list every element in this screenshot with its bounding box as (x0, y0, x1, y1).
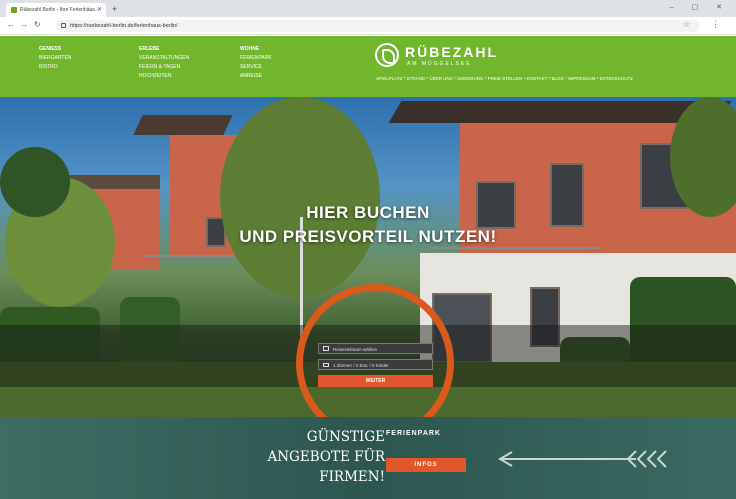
nav-heading[interactable]: GENIESS (39, 45, 71, 54)
logo-emblem-icon (375, 43, 399, 67)
hero-headline-line1: HIER BUCHEN (306, 203, 430, 222)
nav-link[interactable]: ANREISE (240, 72, 272, 81)
nav-link[interactable]: HOCHZEITEN (139, 72, 189, 81)
promo-text: GÜNSTIGE ANGEBOTE FÜR FIRMEN! (225, 427, 386, 487)
nav-column-geniess: GENIESS BIERGARTEN BISTRO (39, 45, 71, 72)
star-icon[interactable]: ☆ (683, 20, 690, 29)
logo-subtitle: AM MÜGGELSEE (407, 61, 472, 67)
reload-icon[interactable]: ↻ (34, 20, 41, 29)
promo-line1: GÜNSTIGE (306, 429, 385, 445)
nav-column-erlebe: ERLEBE VERANSTALTUNGEN FEIERN & TAGEN HO… (139, 45, 189, 81)
promo-banner: GÜNSTIGE ANGEBOTE FÜR FIRMEN! FERIENPARK… (0, 417, 736, 499)
hero-headline: HIER BUCHEN UND PREISVORTEIL NUTZEN! (0, 201, 736, 249)
promo-line2: ANGEBOTE FÜR (267, 449, 386, 465)
browser-toolbar: ← → ↻ https://ruebezahl-berlin.de/ferien… (0, 17, 736, 35)
site-header: GENIESS BIERGARTEN BISTRO ERLEBE VERANST… (0, 36, 736, 97)
infos-button[interactable]: INFOS (386, 458, 466, 472)
nav-column-wohne: WOHNE FERIENPARK SERVICE ANREISE (240, 45, 272, 81)
browser-tab-bar: Rübezahl Berlin - Ihre Ferienhäus... ✕ +… (0, 0, 736, 17)
back-icon[interactable]: ← (7, 20, 15, 29)
hero-headline-line2: UND PREISVORTEIL NUTZEN! (239, 227, 497, 246)
arrow-icon (498, 450, 667, 468)
nav-link[interactable]: SERVICE (240, 63, 272, 72)
url-text: https://ruebezahl-berlin.de/ferienhaus-b… (70, 23, 178, 29)
close-tab-icon[interactable]: ✕ (97, 6, 102, 13)
nav-link[interactable]: BISTRO (39, 63, 71, 72)
browser-tab[interactable]: Rübezahl Berlin - Ihre Ferienhäus... ✕ (6, 3, 106, 17)
nav-link[interactable]: VERANSTALTUNGEN (139, 54, 189, 63)
favicon-icon (11, 7, 17, 13)
menu-icon[interactable]: ⋮ (711, 19, 720, 30)
ferienpark-label: FERIENPARK (386, 430, 441, 437)
nav-heading[interactable]: WOHNE (240, 45, 272, 54)
forward-icon[interactable]: → (20, 20, 28, 29)
roof (133, 115, 233, 135)
nav-link[interactable]: FERIENPARK (240, 54, 272, 63)
nav-link[interactable]: BIERGARTEN (39, 54, 71, 63)
address-bar[interactable]: https://ruebezahl-berlin.de/ferienhaus-b… (56, 20, 700, 32)
nav-heading[interactable]: ERLEBE (139, 45, 189, 54)
window-controls[interactable]: – ▢ ✕ (670, 3, 730, 11)
nav-link[interactable]: FEIERN & TAGEN (139, 63, 189, 72)
logo-name: RÜBEZAHL (405, 44, 498, 60)
site-logo[interactable]: RÜBEZAHL AM MÜGGELSEE (375, 43, 535, 71)
new-tab-icon[interactable]: + (112, 4, 117, 14)
secondary-menu[interactable]: SPIELPLATZ * STRAND * ÜBER UNS * UMGEBUN… (376, 76, 633, 81)
promo-line3: FIRMEN! (319, 469, 385, 485)
lock-icon (61, 23, 66, 28)
tab-title: Rübezahl Berlin - Ihre Ferienhäus... (20, 7, 99, 13)
